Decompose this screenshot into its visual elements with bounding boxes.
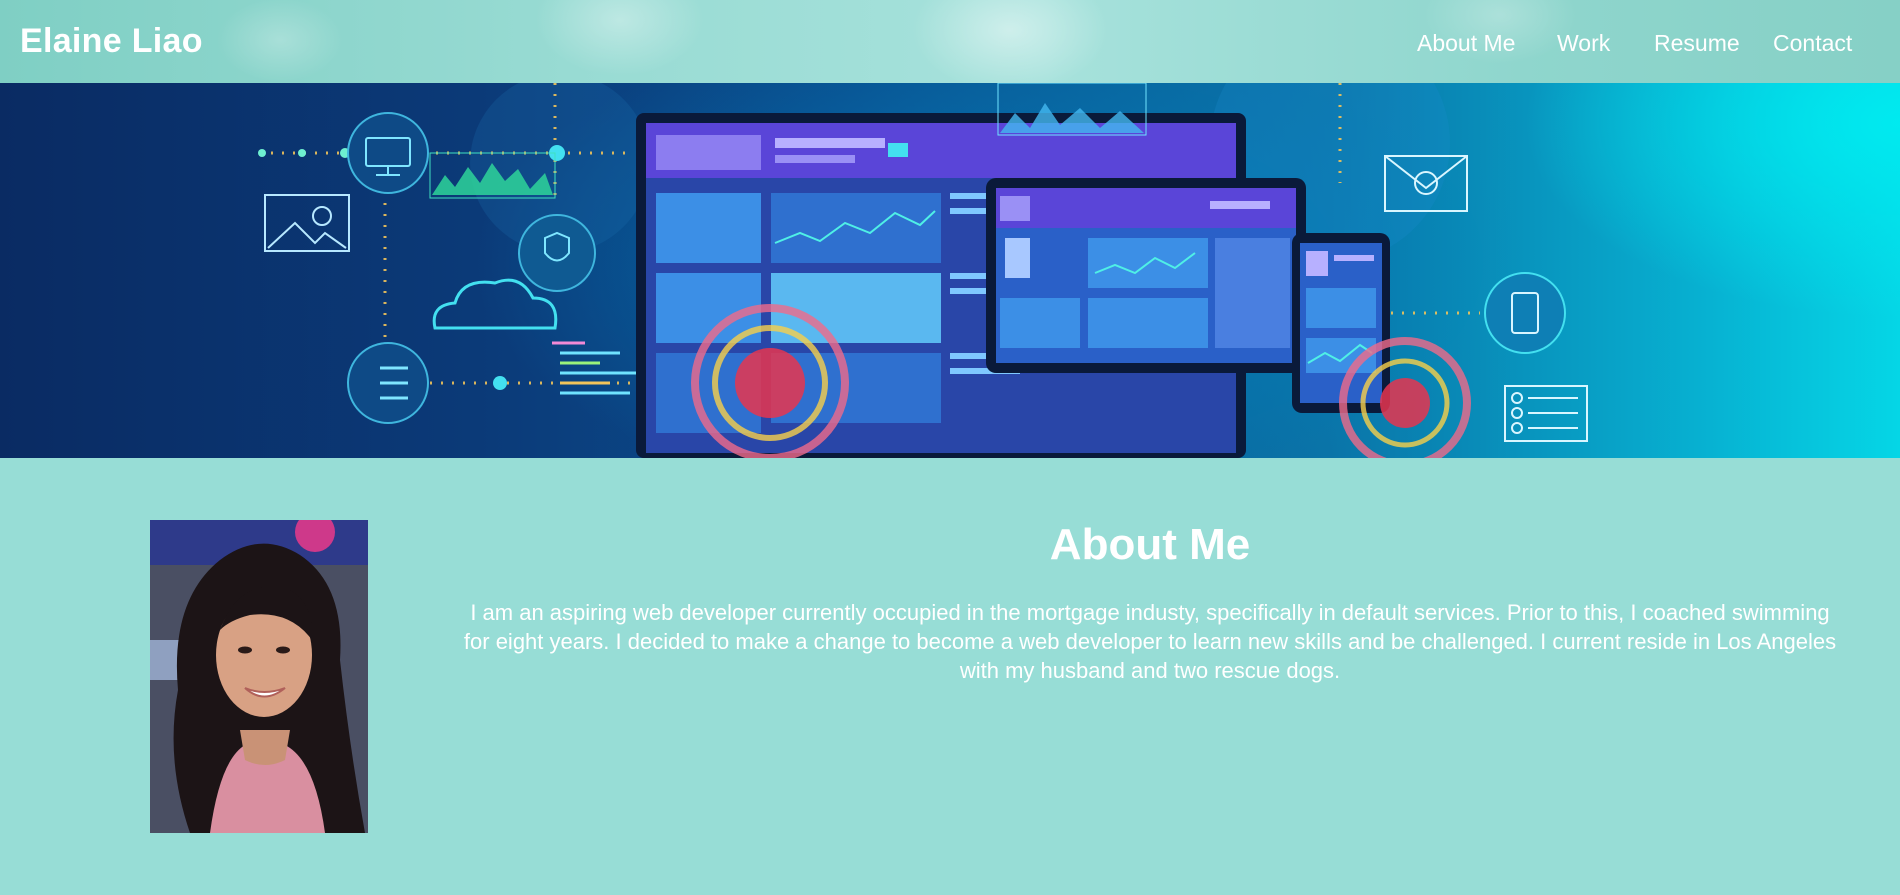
nav-link-about-me[interactable]: About Me [1417, 30, 1515, 57]
about-description: I am an aspiring web developer currently… [463, 600, 1837, 683]
nav-link-work[interactable]: Work [1557, 30, 1610, 57]
nav-link-resume[interactable]: Resume [1654, 30, 1740, 57]
hero-banner [0, 83, 1900, 458]
nav-link-contact[interactable]: Contact [1773, 30, 1852, 57]
site-header: Elaine Liao About Me Work Resume Contact [0, 0, 1900, 83]
profile-photo [150, 520, 368, 833]
about-section: About Me I am an aspiring web developer … [0, 458, 1900, 895]
about-title: About Me [1049, 520, 1251, 569]
tech-devices-illustration [258, 83, 1588, 458]
brand-logo[interactable]: Elaine Liao [20, 22, 203, 61]
